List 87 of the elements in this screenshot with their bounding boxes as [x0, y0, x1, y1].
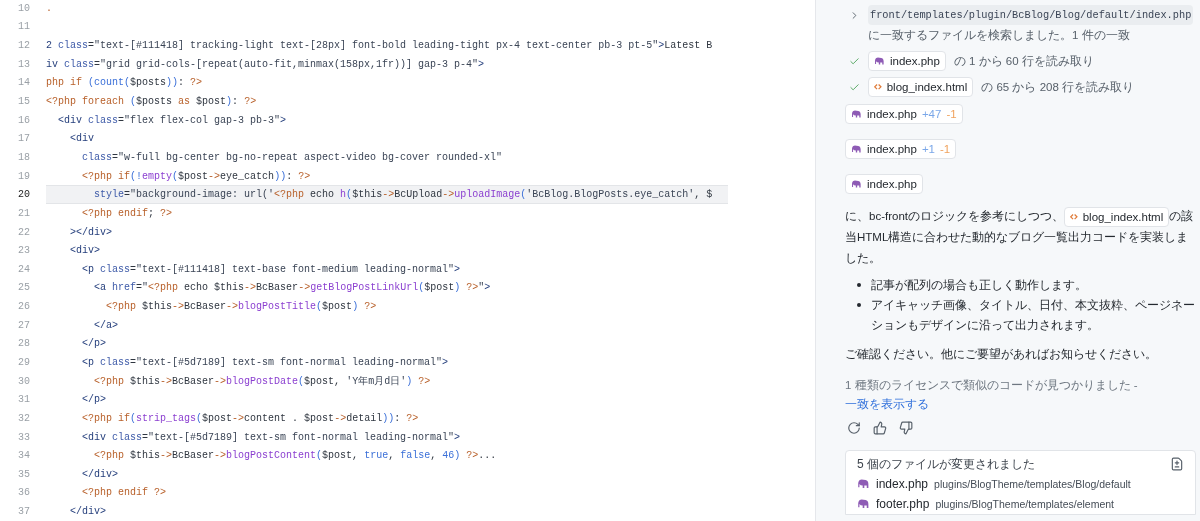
line-number: 33	[17, 430, 30, 445]
line-number: 12	[17, 39, 30, 54]
read-range-text: の 65 から 208 行を読み取り	[981, 80, 1134, 95]
line-number: 16	[17, 113, 30, 128]
check-icon	[849, 55, 860, 67]
code-line: </a>	[93, 318, 119, 333]
line-number: 28	[17, 337, 30, 352]
code-line: </p>	[81, 393, 107, 408]
file-chip[interactable]: blog_index.html	[1064, 206, 1170, 227]
line-number: 23	[17, 244, 30, 259]
code-line: iv class="grid grid-cols-[repeat(auto-fit,minmax(158px,1fr))] gap-3 p-4">	[46, 57, 486, 72]
elephant-icon	[874, 56, 885, 66]
code-line: <?php if(strip_tags($post->content . $post->detail)): ?>	[81, 411, 420, 426]
line-number: 26	[17, 300, 30, 315]
code-line: 2 class="text-[#111418] tracking-light text-[28px] font-bold leading-tight px-4 text-center pb-3 pt-5">Latest B	[46, 39, 714, 54]
closing-text: ご確認ください。他にご要望があればお知らせください。	[845, 347, 1158, 362]
read-range-text: の 1 から 60 行を読み取り	[953, 54, 1094, 69]
changed-file-row[interactable]: footer.php plugins/BlogTheme/templates/element	[857, 494, 1184, 514]
code-line: <?php $this->BcBaser->blogPostDate($post, 'Y年m月d日') ?>	[93, 374, 432, 389]
code-line: <?php if(!empty($post->eye_catch)): ?>	[81, 169, 312, 184]
bullet-text: アイキャッチ画像、タイトル、日付、本文抜粋、ページネーションもデザインに沿って出力されます。	[871, 298, 1196, 333]
code-line: <?php foreach ($posts as $post): ?>	[46, 95, 258, 109]
retry-icon[interactable]	[847, 421, 861, 435]
code-line: <div>	[69, 244, 101, 259]
elephant-icon	[857, 499, 870, 509]
diff-icon[interactable]	[1170, 457, 1184, 471]
code-line: <?php endif; ?>	[81, 206, 174, 221]
check-icon	[849, 81, 860, 93]
line-number: 22	[17, 225, 30, 240]
code-line: <?php $this->BcBaser->blogPostTitle($post) ?>	[105, 300, 378, 315]
code-line: class="w-full bg-center bg-no-repeat aspect-video bg-cover rounded-xl"	[81, 150, 504, 165]
code-line: <div	[69, 132, 95, 147]
elephant-icon	[857, 479, 870, 489]
line-number: 37	[17, 505, 30, 520]
license-notice: 1 種類のライセンスで類似のコードが見つかりました - 一致を表示する	[845, 378, 1139, 412]
search-result-text: に一致するファイルを検索しました。1 件の一致	[868, 28, 1131, 43]
line-number: 27	[17, 318, 30, 333]
code-line: <div class="flex flex-col gap-3 pb-3">	[57, 113, 288, 128]
search-path: front/templates/plugin/BcBlog/Blog/default/index.php	[868, 5, 1194, 25]
line-number: 29	[17, 356, 30, 370]
line-number: 31	[17, 393, 30, 408]
code-line: .	[46, 1, 53, 16]
elephant-icon	[851, 179, 862, 189]
line-number: 11	[17, 20, 30, 35]
show-matches-link[interactable]: 一致を表示する	[845, 398, 929, 410]
code-line: php if (count($posts)): ?>	[46, 76, 204, 91]
thumbs-down-icon[interactable]	[899, 421, 913, 435]
elephant-icon	[851, 109, 862, 119]
line-number: 21	[17, 206, 30, 221]
code-line: <a href="<?php echo $this->BcBaser->getBlogPostLinkUrl($post) ?>">	[93, 281, 492, 296]
file-chip[interactable]: index.php +47 -1	[845, 104, 963, 124]
bullet-text: 記事が配列の場合も正しく動作します。	[871, 278, 1087, 293]
line-number: 14	[17, 76, 30, 91]
code-line: </div>	[81, 467, 119, 482]
line-number: 18	[17, 150, 30, 165]
elephant-icon	[851, 144, 862, 154]
line-number: 20	[17, 188, 30, 203]
code-icon	[1070, 213, 1078, 221]
code-line: </p>	[81, 337, 107, 352]
line-number: 30	[17, 374, 30, 389]
file-chip[interactable]: index.php	[845, 174, 923, 194]
line-number: 24	[17, 262, 30, 277]
line-number: 13	[17, 57, 30, 72]
thumbs-up-icon[interactable]	[873, 421, 887, 435]
file-chip[interactable]: index.php +1 -1	[845, 139, 957, 159]
code-line: <?php $this->BcBaser->blogPostContent($post, true, false, 46) ?>...	[93, 449, 498, 464]
line-number: 10	[17, 1, 30, 16]
line-number: 36	[17, 486, 30, 501]
summary-paragraph: に、bc-frontのロジックを参考にしつつ、 blog_index.html の該当HTML構造に合わせた動的なブログ一覧出力コードを実装しました。	[845, 206, 1196, 269]
line-number: 25	[17, 281, 30, 296]
changed-files-title: 5 個のファイルが変更されました	[857, 456, 1035, 472]
line-number: 34	[17, 449, 30, 464]
line-number: 35	[17, 467, 30, 482]
file-chip[interactable]: blog_index.html	[868, 77, 974, 97]
line-number: 19	[17, 169, 30, 184]
file-chip[interactable]: index.php	[868, 51, 946, 71]
code-line: </div>	[69, 505, 107, 520]
code-line: <p class="text-[#111418] text-base font-medium leading-normal">	[81, 262, 462, 277]
line-number: 15	[17, 95, 30, 109]
code-line: <div class="text-[#5d7189] text-sm font-normal leading-normal">	[81, 430, 462, 445]
line-number: 17	[17, 132, 30, 147]
changed-file-row[interactable]: index.php plugins/BlogTheme/templates/Blog/default	[857, 474, 1184, 494]
code-icon	[874, 83, 882, 91]
code-line: <?php endif ?>	[81, 486, 168, 501]
line-number: 32	[17, 411, 30, 426]
code-line: ></div>	[69, 225, 113, 240]
code-line: <p class="text-[#5d7189] text-sm font-normal leading-normal">	[81, 356, 450, 370]
